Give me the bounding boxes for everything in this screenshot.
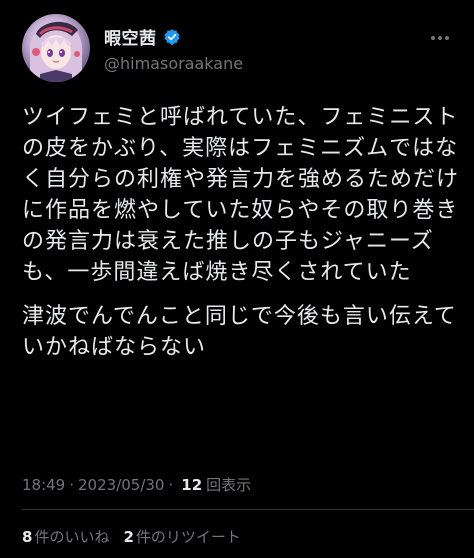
tweet-paragraph: 津波でんでんこと同じで今後も言い伝えていかねばならない xyxy=(22,304,457,360)
tweet-text: ツイフェミと呼ばれていた、フェミニストの皮をかぶり、実際はフェミニズムではなく自… xyxy=(22,102,462,363)
display-name[interactable]: 暇空茜 xyxy=(104,24,157,49)
likes-count: 8 xyxy=(22,528,33,546)
more-options-icon[interactable] xyxy=(428,26,452,50)
divider xyxy=(22,509,474,510)
engagement-stats: 8 件のいいね 2 件のリツイート xyxy=(22,526,241,547)
meta-separator: · xyxy=(168,475,174,494)
retweets-count: 2 xyxy=(123,528,134,546)
views-label: 回表示 xyxy=(206,476,252,494)
tweet-header: 暇空茜 @himasoraakane xyxy=(22,14,452,86)
tweet-time[interactable]: 18:49 xyxy=(22,476,65,494)
tweet-meta: 18:49 · 2023/05/30 · 12 回表示 xyxy=(22,474,251,495)
name-row: 暇空茜 xyxy=(104,24,181,49)
likes-stat[interactable]: 8 件のいいね xyxy=(22,526,109,547)
likes-label: 件のいいね xyxy=(34,528,110,546)
tweet-date[interactable]: 2023/05/30 xyxy=(78,476,164,494)
retweets-stat[interactable]: 2 件のリツイート xyxy=(123,526,240,547)
user-handle[interactable]: @himasoraakane xyxy=(104,54,243,73)
verified-badge-icon xyxy=(163,28,181,46)
avatar[interactable] xyxy=(22,14,90,82)
avatar-image xyxy=(29,21,83,82)
meta-separator: · xyxy=(69,475,75,494)
views-count: 12 xyxy=(181,475,203,494)
tweet-paragraph: ツイフェミと呼ばれていた、フェミニストの皮をかぶり、実際はフェミニズムではなく自… xyxy=(22,105,460,285)
retweets-label: 件のリツイート xyxy=(135,528,241,546)
